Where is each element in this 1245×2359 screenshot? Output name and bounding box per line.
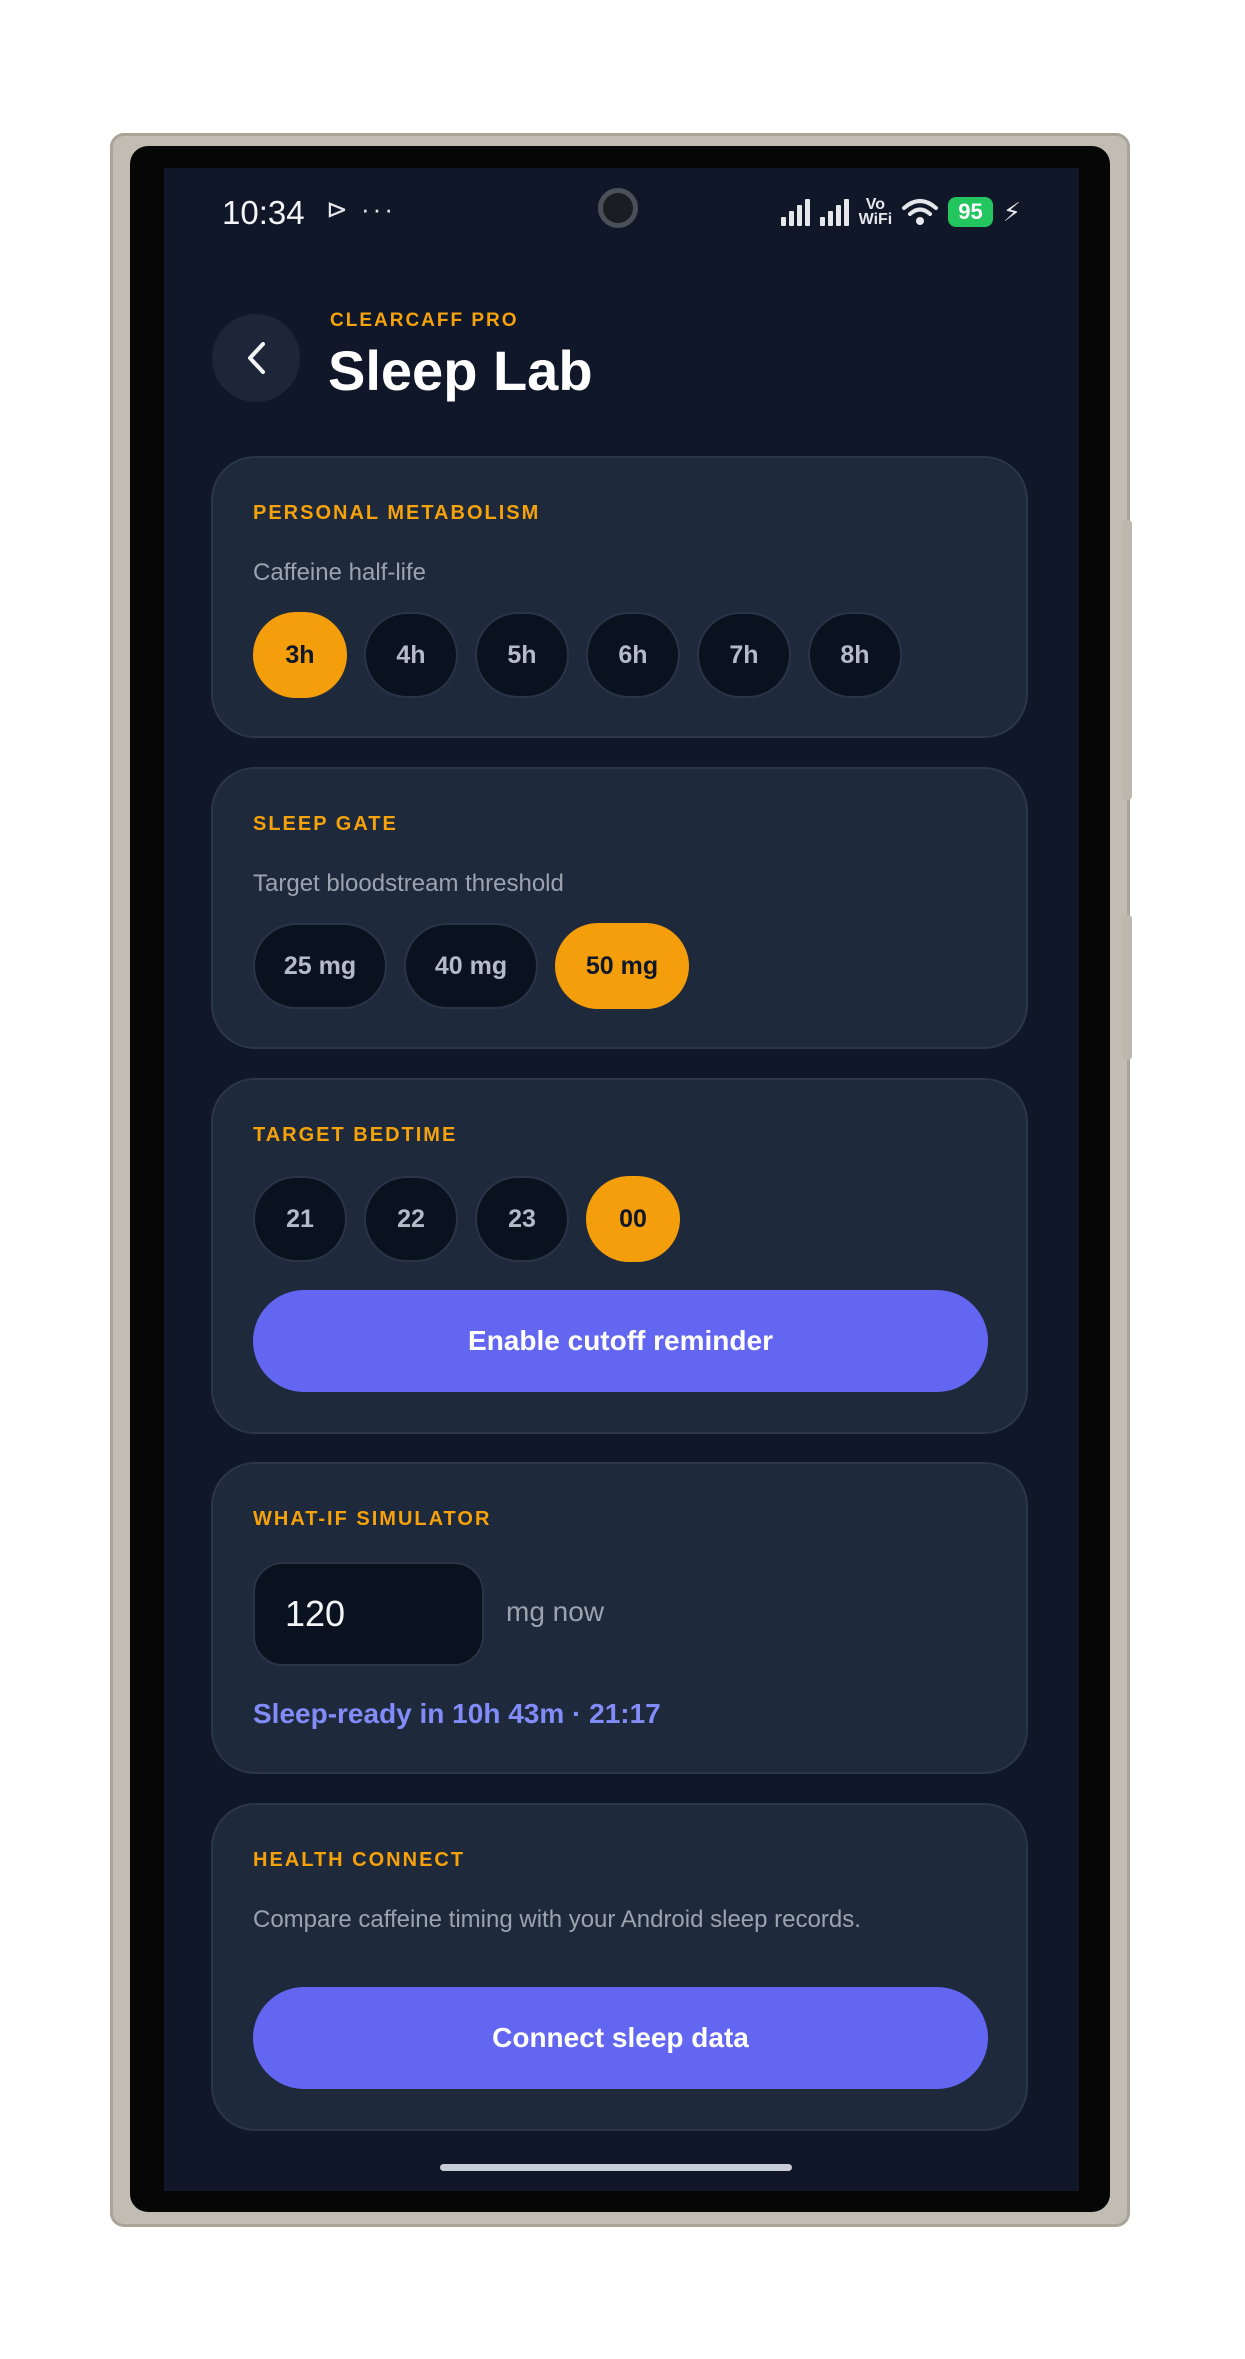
bedtime-chip[interactable]: 23	[475, 1176, 569, 1262]
status-bar: 10:34 ⊳ ··· Vo WiFi 95 ⚡︎	[164, 168, 1079, 258]
power-button	[1122, 520, 1132, 800]
front-camera	[598, 188, 638, 228]
caffeine-mg-input[interactable]	[253, 1562, 484, 1666]
card-title: TARGET BEDTIME	[253, 1124, 458, 1146]
card-subtitle: Caffeine half-life	[253, 559, 426, 586]
page-title: Sleep Lab	[328, 339, 593, 402]
threshold-chip[interactable]: 40 mg	[404, 923, 538, 1009]
enable-reminder-button[interactable]: Enable cutoff reminder	[253, 1290, 988, 1392]
battery-icon: 95	[948, 197, 993, 227]
half-life-chip[interactable]: 4h	[364, 612, 458, 698]
bedtime-chip[interactable]: 21	[253, 1176, 347, 1262]
metabolism-card: PERSONAL METABOLISM Caffeine half-life 3…	[211, 456, 1028, 738]
sleep-ready-result: Sleep-ready in 10h 43m · 21:17	[253, 1698, 661, 1729]
bedtime-chip[interactable]: 00	[586, 1176, 680, 1262]
half-life-chip[interactable]: 8h	[808, 612, 902, 698]
connect-sleep-data-button[interactable]: Connect sleep data	[253, 1987, 988, 2089]
charging-icon: ⚡︎	[1002, 196, 1021, 227]
simulator-card: WHAT-IF SIMULATOR mg now Sleep-ready in …	[211, 1462, 1028, 1774]
health-connect-card: HEALTH CONNECT Compare caffeine timing w…	[211, 1803, 1028, 2131]
vowifi-icon: Vo WiFi	[858, 196, 893, 228]
notification-icons: ⊳ ···	[326, 194, 396, 224]
signal-icon	[819, 198, 849, 226]
status-time: 10:34	[222, 194, 305, 231]
signal-icon	[780, 198, 810, 226]
card-description: Compare caffeine timing with your Androi…	[253, 1906, 861, 1933]
wifi-icon	[902, 199, 939, 225]
sleep-gate-card: SLEEP GATE Target bloodstream threshold …	[211, 767, 1028, 1049]
bedtime-chip[interactable]: 22	[364, 1176, 458, 1262]
home-indicator[interactable]	[440, 2164, 792, 2171]
half-life-chip[interactable]: 6h	[586, 612, 680, 698]
screen: 10:34 ⊳ ··· Vo WiFi 95 ⚡︎ CLEARCAFF PRO …	[164, 168, 1079, 2191]
half-life-chip[interactable]: 3h	[253, 612, 347, 698]
back-button[interactable]	[212, 314, 300, 402]
chevron-left-icon	[248, 342, 265, 374]
card-title: WHAT-IF SIMULATOR	[253, 1508, 492, 1530]
card-title: SLEEP GATE	[253, 813, 398, 835]
half-life-chip[interactable]: 7h	[697, 612, 791, 698]
half-life-chip[interactable]: 5h	[475, 612, 569, 698]
half-life-options: 3h 4h 5h 6h 7h 8h	[253, 612, 902, 698]
threshold-chip[interactable]: 25 mg	[253, 923, 387, 1009]
bedtime-card: TARGET BEDTIME 21 22 23 00 Enable cutoff…	[211, 1078, 1028, 1434]
bedtime-options: 21 22 23 00	[253, 1176, 680, 1262]
card-title: HEALTH CONNECT	[253, 1849, 466, 1871]
mg-unit-label: mg now	[506, 1596, 605, 1627]
card-subtitle: Target bloodstream threshold	[253, 870, 564, 897]
app-name: CLEARCAFF PRO	[330, 310, 519, 331]
threshold-options: 25 mg 40 mg 50 mg	[253, 923, 689, 1009]
volume-button	[1122, 915, 1132, 1060]
status-icons: Vo WiFi 95 ⚡︎	[780, 192, 1021, 232]
card-title: PERSONAL METABOLISM	[253, 502, 541, 524]
threshold-chip[interactable]: 50 mg	[555, 923, 689, 1009]
